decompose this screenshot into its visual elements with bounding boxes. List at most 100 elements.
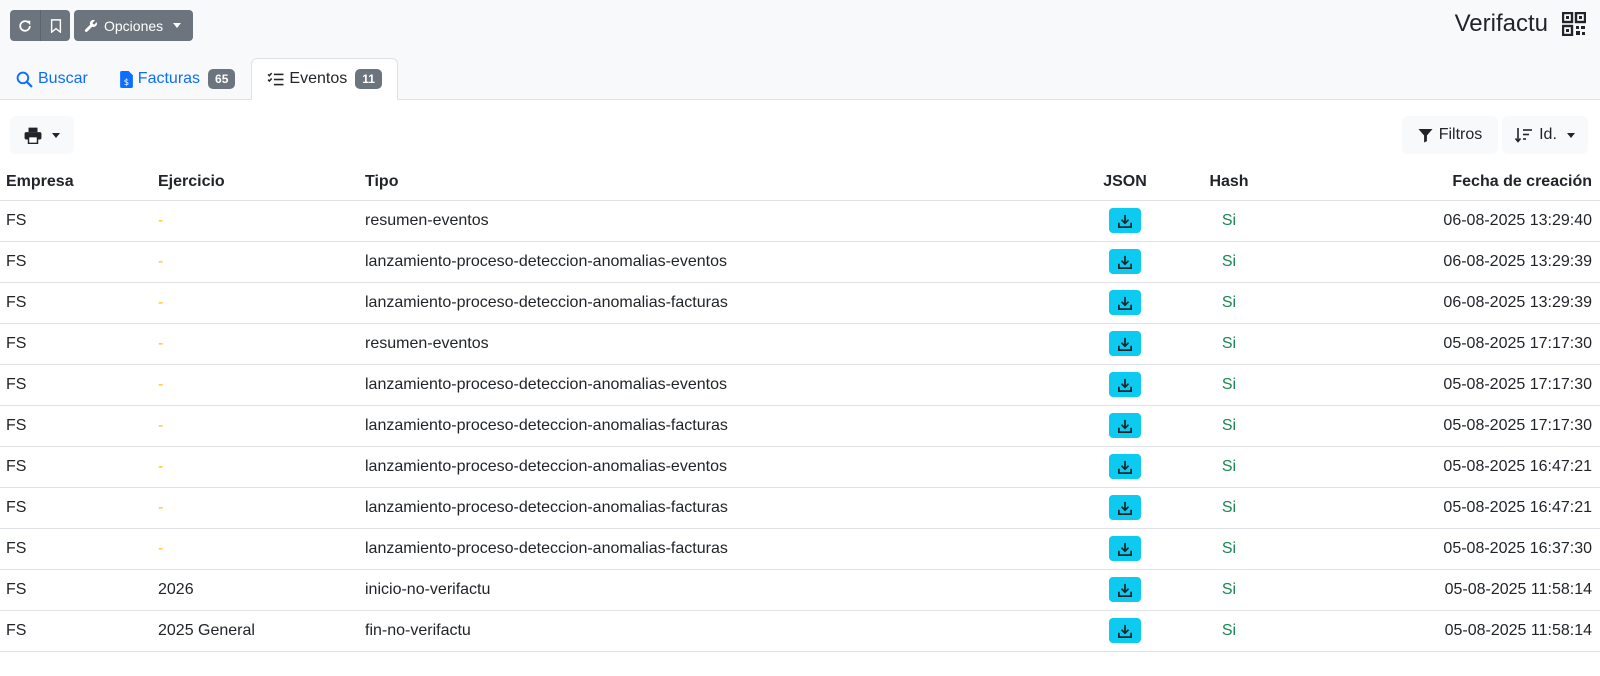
table-body: FS - resumen-eventos Si 06-08-2025 13:29… bbox=[0, 200, 1600, 652]
cell-fecha: 05-08-2025 16:37:30 bbox=[1274, 528, 1600, 570]
download-json-button[interactable] bbox=[1109, 413, 1141, 438]
cell-json bbox=[1066, 528, 1184, 570]
download-json-button[interactable] bbox=[1109, 249, 1141, 274]
download-json-button[interactable] bbox=[1109, 618, 1141, 643]
filtros-label: Filtros bbox=[1438, 126, 1483, 143]
cell-tipo: resumen-eventos bbox=[359, 200, 1066, 242]
download-icon bbox=[1118, 255, 1132, 269]
download-json-button[interactable] bbox=[1109, 495, 1141, 520]
printer-icon bbox=[24, 127, 42, 144]
table-row[interactable]: FS - lanzamiento-proceso-deteccion-anoma… bbox=[0, 446, 1600, 488]
cell-hash: Si bbox=[1184, 241, 1274, 283]
cell-empresa: FS bbox=[0, 364, 152, 406]
header-empresa[interactable]: Empresa bbox=[0, 164, 152, 201]
header-hash[interactable]: Hash bbox=[1184, 164, 1274, 201]
bookmark-button[interactable] bbox=[40, 10, 70, 41]
cell-ejercicio: 2026 bbox=[152, 569, 359, 611]
cell-empresa: FS bbox=[0, 241, 152, 283]
list-tools-right: Filtros Id. bbox=[1402, 116, 1588, 154]
cell-fecha: 06-08-2025 13:29:39 bbox=[1274, 241, 1600, 283]
header-json[interactable]: JSON bbox=[1066, 164, 1184, 201]
cell-json bbox=[1066, 200, 1184, 242]
table-row[interactable]: FS - lanzamiento-proceso-deteccion-anoma… bbox=[0, 241, 1600, 283]
table-row[interactable]: FS 2026 inicio-no-verifactu Si 05-08-202… bbox=[0, 569, 1600, 611]
cell-fecha: 06-08-2025 13:29:39 bbox=[1274, 282, 1600, 324]
download-json-button[interactable] bbox=[1109, 577, 1141, 602]
tab-eventos[interactable]: Eventos 11 bbox=[251, 58, 398, 100]
table-row[interactable]: FS - lanzamiento-proceso-deteccion-anoma… bbox=[0, 528, 1600, 570]
download-icon bbox=[1118, 624, 1132, 638]
cell-ejercicio: - bbox=[152, 241, 359, 283]
qr-code-icon[interactable] bbox=[1562, 12, 1586, 36]
eventos-table: Empresa Ejercicio Tipo JSON Hash Fecha d… bbox=[0, 164, 1600, 652]
download-icon bbox=[1118, 337, 1132, 351]
download-json-button[interactable] bbox=[1109, 536, 1141, 561]
reload-button[interactable] bbox=[10, 10, 40, 41]
table-row[interactable]: FS - lanzamiento-proceso-deteccion-anoma… bbox=[0, 364, 1600, 406]
cell-ejercicio: - bbox=[152, 323, 359, 365]
cell-fecha: 05-08-2025 17:17:30 bbox=[1274, 364, 1600, 406]
download-icon bbox=[1118, 583, 1132, 597]
tab-facturas-label: Facturas bbox=[137, 70, 201, 87]
cell-json bbox=[1066, 364, 1184, 406]
cell-tipo: lanzamiento-proceso-deteccion-anomalias-… bbox=[359, 405, 1066, 447]
wrench-icon bbox=[84, 19, 97, 32]
list-check-icon bbox=[267, 72, 284, 85]
reload-icon bbox=[19, 19, 31, 32]
tab-buscar[interactable]: Buscar bbox=[0, 58, 104, 100]
chevron-down-icon bbox=[52, 132, 60, 138]
cell-fecha: 05-08-2025 17:17:30 bbox=[1274, 323, 1600, 365]
cell-empresa: FS bbox=[0, 569, 152, 611]
header-ejercicio[interactable]: Ejercicio bbox=[152, 164, 359, 201]
cell-ejercicio: - bbox=[152, 200, 359, 242]
header-tipo[interactable]: Tipo bbox=[359, 164, 1066, 201]
invoice-icon: $ bbox=[119, 70, 133, 88]
eventos-count-badge: 11 bbox=[355, 69, 382, 89]
print-dropdown-button[interactable] bbox=[10, 116, 74, 154]
tab-buscar-label: Buscar bbox=[38, 70, 88, 87]
cell-hash: Si bbox=[1184, 610, 1274, 652]
table-row[interactable]: FS - resumen-eventos Si 06-08-2025 13:29… bbox=[0, 200, 1600, 242]
download-icon bbox=[1118, 419, 1132, 433]
opciones-dropdown-button[interactable]: Opciones bbox=[74, 10, 193, 41]
table-row[interactable]: FS - resumen-eventos Si 05-08-2025 17:17… bbox=[0, 323, 1600, 365]
filter-icon bbox=[1418, 128, 1433, 143]
table-row[interactable]: FS - lanzamiento-proceso-deteccion-anoma… bbox=[0, 487, 1600, 529]
header-fecha[interactable]: Fecha de creación bbox=[1274, 164, 1600, 201]
cell-json bbox=[1066, 446, 1184, 488]
cell-json bbox=[1066, 487, 1184, 529]
table-header-row: Empresa Ejercicio Tipo JSON Hash Fecha d… bbox=[0, 164, 1600, 201]
cell-fecha: 05-08-2025 11:58:14 bbox=[1274, 569, 1600, 611]
download-json-button[interactable] bbox=[1109, 331, 1141, 356]
cell-ejercicio: - bbox=[152, 364, 359, 406]
cell-empresa: FS bbox=[0, 487, 152, 529]
cell-hash: Si bbox=[1184, 282, 1274, 324]
sort-dropdown-button[interactable]: Id. bbox=[1502, 116, 1588, 154]
table-row[interactable]: FS 2025 General fin-no-verifactu Si 05-0… bbox=[0, 610, 1600, 652]
cell-ejercicio: - bbox=[152, 446, 359, 488]
tab-facturas[interactable]: $ Facturas 65 bbox=[104, 58, 252, 100]
cell-ejercicio: 2025 General bbox=[152, 610, 359, 652]
cell-ejercicio: - bbox=[152, 528, 359, 570]
cell-tipo: lanzamiento-proceso-deteccion-anomalias-… bbox=[359, 364, 1066, 406]
cell-ejercicio: - bbox=[152, 487, 359, 529]
cell-tipo: lanzamiento-proceso-deteccion-anomalias-… bbox=[359, 528, 1066, 570]
download-json-button[interactable] bbox=[1109, 208, 1141, 233]
cell-hash: Si bbox=[1184, 323, 1274, 365]
filtros-button[interactable]: Filtros bbox=[1402, 116, 1498, 154]
cell-tipo: inicio-no-verifactu bbox=[359, 569, 1066, 611]
nav-tabs: Buscar $ Facturas 65 Eventos 11 bbox=[0, 58, 398, 100]
download-icon bbox=[1118, 542, 1132, 556]
cell-json bbox=[1066, 569, 1184, 611]
cell-empresa: FS bbox=[0, 282, 152, 324]
cell-tipo: lanzamiento-proceso-deteccion-anomalias-… bbox=[359, 446, 1066, 488]
cell-empresa: FS bbox=[0, 200, 152, 242]
page-title: Verifactu bbox=[1454, 10, 1548, 37]
table-row[interactable]: FS - lanzamiento-proceso-deteccion-anoma… bbox=[0, 405, 1600, 447]
cell-fecha: 06-08-2025 13:29:40 bbox=[1274, 200, 1600, 242]
cell-json bbox=[1066, 282, 1184, 324]
table-row[interactable]: FS - lanzamiento-proceso-deteccion-anoma… bbox=[0, 282, 1600, 324]
download-json-button[interactable] bbox=[1109, 290, 1141, 315]
download-json-button[interactable] bbox=[1109, 372, 1141, 397]
download-json-button[interactable] bbox=[1109, 454, 1141, 479]
